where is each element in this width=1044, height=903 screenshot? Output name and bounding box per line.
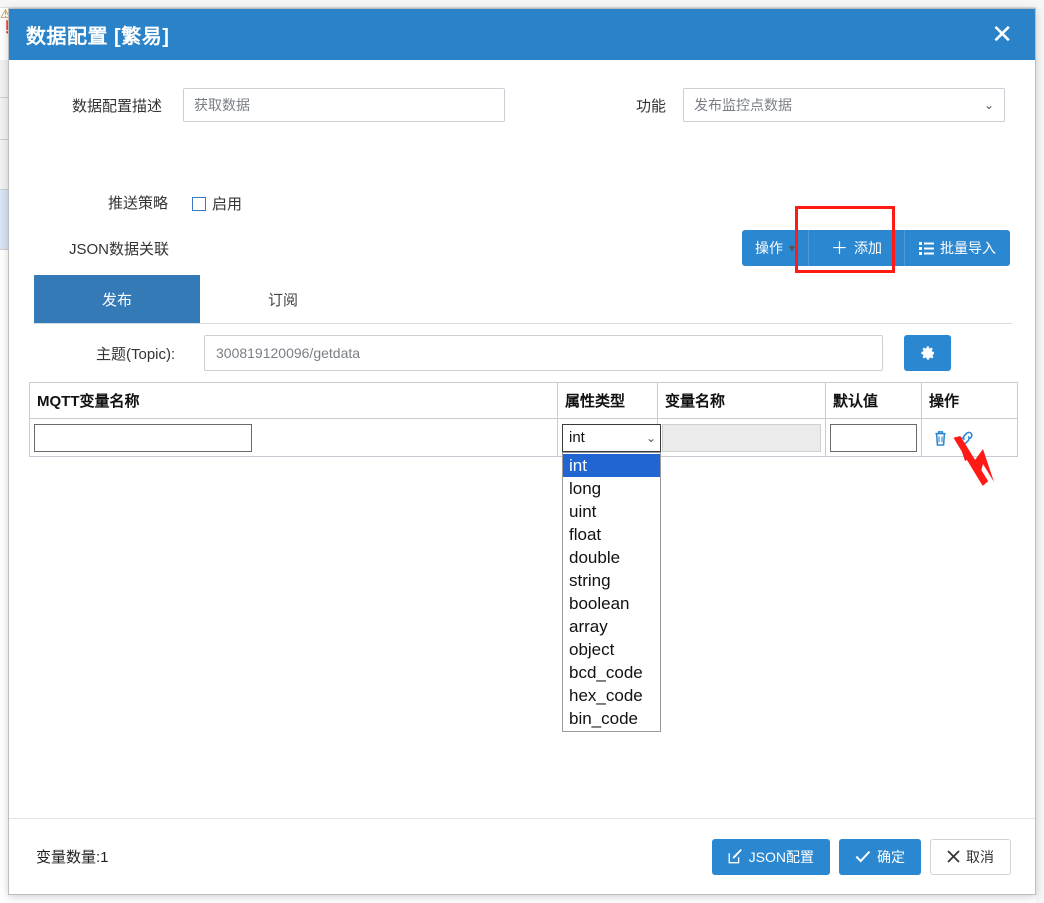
attr-type-option[interactable]: uint bbox=[563, 500, 660, 523]
operation-dropdown-button[interactable]: 操作 ▾ bbox=[741, 230, 808, 266]
column-header-actions: 操作 bbox=[921, 382, 1018, 419]
cancel-button[interactable]: 取消 bbox=[930, 838, 1011, 875]
cell-mqtt-name bbox=[29, 418, 558, 457]
attr-type-option[interactable]: string bbox=[563, 569, 660, 592]
cancel-button-label: 取消 bbox=[966, 848, 994, 865]
caret-down-icon: ▾ bbox=[788, 241, 795, 255]
function-select[interactable]: 发布监控点数据 ⌄ bbox=[683, 88, 1005, 122]
tab-bar: 发布 订阅 bbox=[34, 275, 1012, 324]
trash-icon[interactable] bbox=[932, 429, 949, 447]
tab-publish-label: 发布 bbox=[101, 291, 132, 309]
attr-type-option[interactable]: long bbox=[563, 477, 660, 500]
x-icon bbox=[947, 850, 960, 863]
table-header-row: MQTT变量名称 属性类型 变量名称 默认值 操作 bbox=[29, 382, 1018, 419]
confirm-button[interactable]: 确定 bbox=[839, 838, 921, 875]
json-config-button-label: JSON配置 bbox=[748, 848, 814, 865]
edit-icon bbox=[728, 849, 743, 864]
table-row: int ⌄ int long uint float double string boolea… bbox=[29, 418, 1018, 732]
attr-type-option[interactable]: array bbox=[563, 615, 660, 638]
data-config-dialog: 数据配置 [繁易] ✕ 数据配置描述 功能 发布监控点数据 ⌄ 推送策略 启用 … bbox=[8, 8, 1036, 895]
function-label: 功能 bbox=[636, 98, 667, 115]
description-input[interactable] bbox=[183, 88, 505, 122]
bulk-import-button-label: 批量导入 bbox=[940, 240, 996, 256]
push-policy-checkbox-label: 启用 bbox=[212, 196, 243, 213]
attr-type-option[interactable]: boolean bbox=[563, 592, 660, 615]
attr-type-option[interactable]: object bbox=[563, 638, 660, 661]
background-toolbar bbox=[0, 0, 1044, 8]
row-action-group bbox=[926, 429, 1013, 447]
table-toolbar: 操作 ▾ ＋ 添加 批量导入 bbox=[741, 230, 1010, 266]
operation-button-label: 操作 bbox=[754, 240, 783, 256]
push-policy-checkbox-group[interactable]: 启用 bbox=[192, 193, 242, 214]
close-icon[interactable]: ✕ bbox=[987, 20, 1017, 50]
json-relation-label: JSON数据关联 bbox=[69, 241, 170, 258]
push-policy-checkbox[interactable] bbox=[192, 196, 206, 211]
chevron-down-icon: ⌄ bbox=[983, 98, 994, 112]
column-header-default-value: 默认值 bbox=[825, 382, 922, 419]
link-icon[interactable] bbox=[957, 429, 976, 447]
footer-button-group: JSON配置 确定 取消 bbox=[711, 838, 1011, 875]
topic-settings-button[interactable] bbox=[904, 335, 951, 371]
variables-table: MQTT变量名称 属性类型 变量名称 默认值 操作 int ⌄ int long… bbox=[29, 382, 1018, 732]
bulk-import-button[interactable]: 批量导入 bbox=[904, 230, 1010, 266]
check-icon bbox=[855, 850, 871, 863]
attr-type-select-wrapper: int ⌄ int long uint float double string boolea… bbox=[562, 423, 661, 732]
default-value-input[interactable] bbox=[830, 423, 917, 452]
attr-type-option[interactable]: int bbox=[563, 453, 660, 477]
topic-input[interactable] bbox=[204, 335, 883, 371]
attr-type-option-list[interactable]: int long uint float double string boolean array… bbox=[562, 451, 661, 732]
attr-type-option[interactable]: bin_code bbox=[563, 707, 660, 730]
form-row-description: 数据配置描述 功能 发布监控点数据 ⌄ bbox=[9, 88, 1035, 122]
attr-type-option[interactable]: hex_code bbox=[563, 684, 660, 707]
confirm-button-label: 确定 bbox=[877, 848, 905, 865]
gear-icon bbox=[920, 345, 936, 361]
attr-type-select[interactable]: int ⌄ bbox=[562, 423, 661, 452]
tab-publish[interactable]: 发布 bbox=[34, 275, 200, 323]
cell-default-value bbox=[825, 418, 922, 457]
list-icon bbox=[919, 241, 934, 255]
add-button-label: 添加 bbox=[854, 240, 882, 256]
chevron-down-icon: ⌄ bbox=[645, 430, 656, 445]
background-right-edge bbox=[1036, 0, 1044, 903]
mqtt-name-input[interactable] bbox=[34, 423, 252, 452]
column-header-mqtt-name: MQTT变量名称 bbox=[29, 382, 558, 419]
topic-row: 主题(Topic): bbox=[9, 335, 1035, 371]
variable-count-label: 变量数量:1 bbox=[36, 849, 109, 866]
plus-icon: ＋ bbox=[831, 238, 848, 258]
attr-type-option[interactable]: double bbox=[563, 546, 660, 569]
dialog-title: 数据配置 [繁易] bbox=[26, 26, 170, 48]
dialog-footer: 变量数量:1 JSON配置 确定 取消 bbox=[9, 818, 1035, 894]
cell-attr-type: int ⌄ int long uint float double string boolea… bbox=[557, 418, 661, 732]
var-name-input[interactable] bbox=[662, 423, 821, 452]
cell-actions bbox=[921, 418, 1018, 457]
description-label: 数据配置描述 bbox=[72, 98, 163, 115]
add-button[interactable]: ＋ 添加 bbox=[808, 230, 904, 266]
attr-type-option[interactable]: bcd_code bbox=[563, 661, 660, 684]
push-policy-label: 推送策略 bbox=[108, 195, 169, 212]
attr-type-select-value: int bbox=[569, 429, 585, 446]
attr-type-option[interactable]: float bbox=[563, 523, 660, 546]
topic-label: 主题(Topic): bbox=[96, 346, 176, 363]
dialog-body: 数据配置描述 功能 发布监控点数据 ⌄ 推送策略 启用 JSON数据关联 操作 … bbox=[9, 60, 1035, 894]
tab-subscribe-label: 订阅 bbox=[267, 291, 298, 309]
tab-subscribe[interactable]: 订阅 bbox=[200, 275, 366, 323]
function-select-value: 发布监控点数据 bbox=[694, 97, 792, 113]
json-config-button[interactable]: JSON配置 bbox=[711, 838, 830, 875]
dialog-header: 数据配置 [繁易] ✕ bbox=[9, 9, 1035, 60]
column-header-attr-type: 属性类型 bbox=[557, 382, 658, 419]
cell-var-name bbox=[657, 418, 826, 457]
column-header-var-name: 变量名称 bbox=[657, 382, 826, 419]
